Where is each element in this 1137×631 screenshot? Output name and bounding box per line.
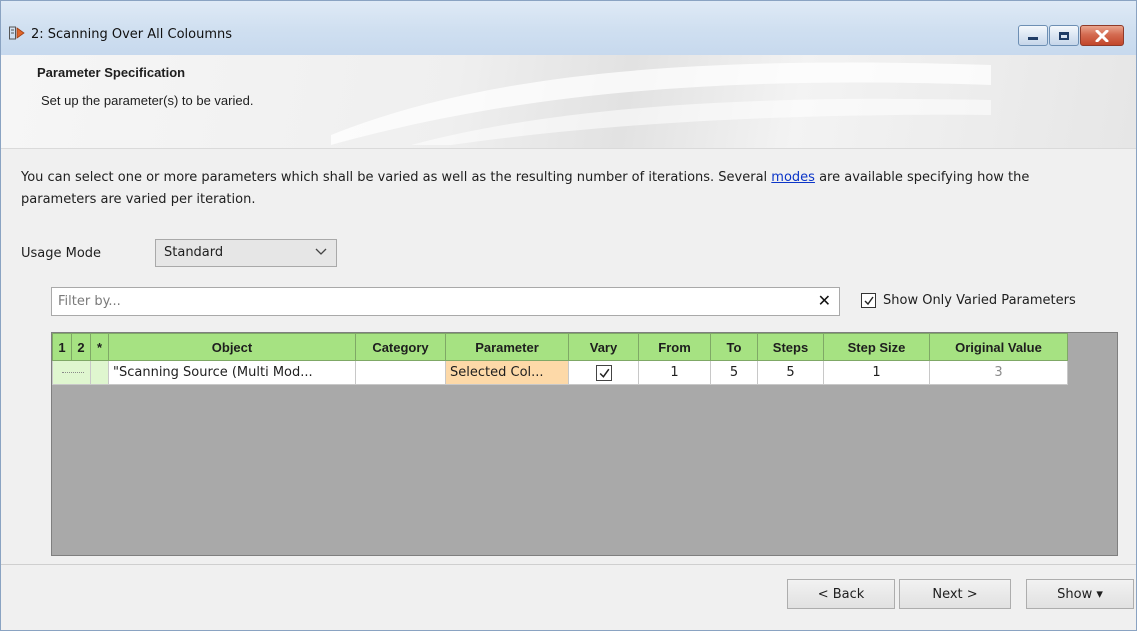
app-icon [9,26,25,40]
show-button[interactable]: Show ▾ [1026,579,1134,609]
dialog-window: 2: Scanning Over All Coloumns Parameter … [0,0,1137,631]
filter-placeholder: Filter by... [58,294,121,309]
modes-link[interactable]: modes [771,170,815,185]
show-only-varied-checkbox[interactable] [861,293,876,308]
vary-checkbox[interactable] [595,364,612,381]
caption-buttons [1017,25,1124,47]
minimize-icon [1028,37,1038,40]
header-from[interactable]: From [638,333,711,361]
page-header: Parameter Specification Set up the param… [1,55,1136,149]
minimize-button[interactable] [1018,25,1048,46]
show-only-varied-option[interactable]: Show Only Varied Parameters [861,293,1076,308]
header-object[interactable]: Object [108,333,356,361]
clear-filter-icon[interactable]: ✕ [818,291,831,310]
header-col-2[interactable]: 2 [71,333,91,361]
back-button[interactable]: < Back [787,579,895,609]
header-col-1[interactable]: 1 [52,333,72,361]
cell-vary[interactable] [568,360,639,385]
header-category[interactable]: Category [355,333,446,361]
maximize-button[interactable] [1049,25,1079,46]
chevron-down-icon [315,248,327,255]
row-tree-cell [52,360,91,385]
dialog-footer: < Back Next > Show ▾ [1,564,1136,630]
header-step-size[interactable]: Step Size [823,333,930,361]
usage-mode-dropdown[interactable]: Standard [155,239,337,267]
page-title: Parameter Specification [37,65,186,80]
cell-step-size[interactable]: 1 [823,360,930,385]
window-title: 2: Scanning Over All Coloumns [31,27,233,42]
header-original-value[interactable]: Original Value [929,333,1068,361]
cell-object[interactable]: "Scanning Source (Multi Mod... [108,360,356,385]
content-area: You can select one or more parameters wh… [1,149,1136,564]
table-row[interactable]: "Scanning Source (Multi Mod... Selected … [52,360,1068,385]
cell-from[interactable]: 1 [638,360,711,385]
header-to[interactable]: To [710,333,758,361]
description-text: You can select one or more parameters wh… [21,167,1101,211]
cell-to[interactable]: 5 [710,360,758,385]
description-part-1: You can select one or more parameters wh… [21,170,772,185]
show-only-varied-label: Show Only Varied Parameters [883,293,1076,308]
parameter-table: 1 2 * Object Category Parameter Vary Fro… [52,333,1068,385]
header-swoosh-decoration [331,62,991,145]
header-parameter[interactable]: Parameter [445,333,569,361]
header-col-star[interactable]: * [90,333,109,361]
parameter-grid[interactable]: 1 2 * Object Category Parameter Vary Fro… [51,332,1118,556]
title-bar[interactable]: 2: Scanning Over All Coloumns [1,1,1136,55]
usage-mode-label: Usage Mode [21,246,102,261]
check-icon [599,368,609,378]
cell-original-value: 3 [929,360,1068,385]
page-subtitle: Set up the parameter(s) to be varied. [41,93,254,108]
next-button[interactable]: Next > [899,579,1011,609]
header-vary[interactable]: Vary [568,333,639,361]
cell-category[interactable] [355,360,446,385]
table-header-row: 1 2 * Object Category Parameter Vary Fro… [52,333,1068,361]
cell-steps[interactable]: 5 [757,360,824,385]
cell-parameter[interactable]: Selected Col... [445,360,569,385]
filter-input[interactable]: Filter by... ✕ [51,287,840,316]
check-icon [864,296,874,306]
maximize-icon [1059,31,1069,40]
row-marker-cell [90,360,109,385]
close-icon [1081,26,1123,45]
close-button[interactable] [1080,25,1124,46]
usage-mode-value: Standard [164,245,224,260]
tree-connector [61,372,84,373]
header-steps[interactable]: Steps [757,333,824,361]
